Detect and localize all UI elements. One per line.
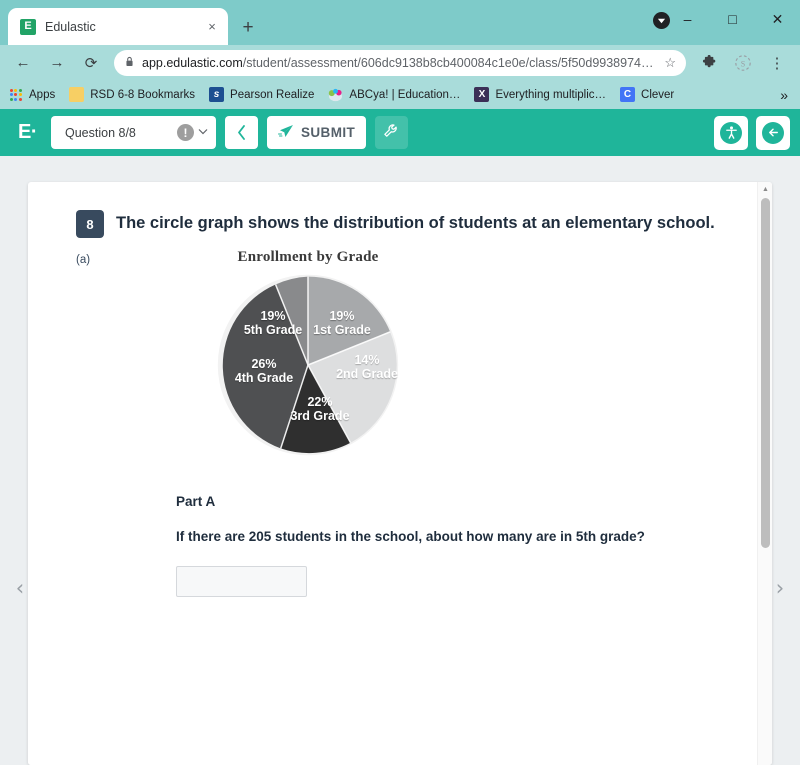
edulastic-header: E· Question 8/8 ! SUBMIT (0, 109, 800, 156)
submit-label: SUBMIT (301, 125, 356, 140)
bookmark-abcya[interactable]: ABCya! | Education… (328, 87, 460, 102)
edulastic-logo[interactable]: E· (18, 121, 38, 144)
scrollbar-thumb[interactable] (761, 198, 770, 548)
clever-icon: C (620, 87, 636, 102)
pie-chart-graphic: 19% 1st Grade 14% 2nd Grade 22% 3rd Grad (215, 272, 401, 458)
forward-icon[interactable]: → (43, 49, 71, 77)
exit-icon (762, 121, 784, 144)
pie-label-name: 3rd Grade (290, 408, 350, 423)
browser-window: E Edulastic × + – □ ✕ ← → ⟳ app.edulasti… (0, 0, 800, 765)
edulastic-favicon-icon: E (20, 18, 36, 35)
window-controls: – □ ✕ (665, 0, 800, 38)
pie-label-value: 19% (329, 308, 355, 323)
new-tab-button[interactable]: + (234, 13, 262, 41)
part-a-block: Part A If there are 205 students in the … (176, 494, 732, 597)
pie-label-name: 4th Grade (234, 370, 294, 385)
chevron-down-icon (198, 127, 208, 138)
svg-text:S: S (741, 59, 746, 68)
bookmark-label: RSD 6-8 Bookmarks (90, 88, 196, 101)
sync-extension-icon[interactable]: S (729, 49, 757, 77)
bookmark-everything-multiplication[interactable]: X Everything multiplic… (474, 87, 606, 102)
exit-test-button[interactable] (756, 115, 790, 150)
question-selector-label: Question 8/8 (65, 125, 136, 140)
bookmarks-overflow-icon[interactable]: » (780, 87, 792, 103)
pie-label-value: 22% (307, 394, 333, 409)
pie-label-name: 2nd Grade (336, 366, 398, 381)
send-icon (278, 124, 294, 142)
apps-grid-icon (8, 87, 23, 102)
question-number-badge: 8 (76, 210, 104, 238)
question-selector-dropdown[interactable]: Question 8/8 ! (51, 116, 216, 149)
accessibility-button[interactable] (714, 115, 748, 150)
bookmark-label: Clever (641, 88, 675, 101)
pie-label-3rd-grade: 22% 3rd Grade (277, 395, 363, 423)
content-bottom-fade (28, 743, 772, 765)
excel-x-icon: X (474, 87, 490, 102)
lock-icon (125, 56, 134, 70)
bookmark-clever[interactable]: C Clever (620, 87, 674, 102)
submit-button[interactable]: SUBMIT (267, 116, 367, 149)
chart-title: Enrollment by Grade (237, 248, 379, 265)
pie-label-4th-grade: 26% 4th Grade (221, 357, 307, 385)
address-bar[interactable]: app.edulastic.com/student/assessment/606… (114, 49, 686, 76)
question-body: The circle graph shows the distribution … (112, 210, 732, 597)
question-card: 8 (a) The circle graph shows the distrib… (28, 182, 772, 765)
bookmark-rsd-6-8-bookmarks[interactable]: RSD 6-8 Bookmarks (69, 87, 195, 102)
browser-menu-icon[interactable]: ⋮ (763, 49, 791, 77)
question-content: 8 (a) The circle graph shows the distrib… (28, 182, 772, 597)
question-stem: The circle graph shows the distribution … (116, 214, 715, 232)
question-number-column: 8 (a) (56, 210, 112, 597)
abcya-icon (328, 87, 343, 102)
bookmark-label: Apps (29, 88, 56, 101)
pie-label-value: 14% (354, 352, 380, 367)
close-tab-icon[interactable]: × (204, 19, 220, 35)
content-scrollbar[interactable]: ▲ (757, 182, 772, 765)
part-a-title: Part A (176, 493, 216, 509)
enrollment-pie-chart: Enrollment by Grade 19% 1st Grade 14% 2n… (208, 249, 408, 458)
pie-label-name: 1st Grade (313, 322, 371, 337)
question-row: 8 (a) The circle graph shows the distrib… (56, 210, 732, 597)
pie-label-value: 19% (260, 308, 286, 323)
warning-icon: ! (177, 124, 194, 141)
pie-label-value: 26% (251, 356, 277, 371)
accessibility-icon (720, 121, 742, 144)
header-right-actions (706, 115, 790, 150)
minimize-button[interactable]: – (665, 0, 710, 38)
assessment-body: ‹ › 8 (a) The circle graph shows the dis… (0, 156, 800, 765)
folder-icon (69, 87, 85, 102)
extensions-puzzle-icon[interactable] (695, 49, 723, 77)
maximize-button[interactable]: □ (710, 0, 755, 38)
url-host: app.edulastic.com (142, 55, 243, 70)
reload-icon[interactable]: ⟳ (77, 49, 105, 77)
pearson-realize-icon: s (209, 87, 225, 102)
bookmark-pearson-realize[interactable]: s Pearson Realize (209, 87, 314, 102)
tab-strip: E Edulastic × + – □ ✕ (0, 0, 800, 45)
part-a-prompt: If there are 205 students in the school,… (176, 528, 645, 544)
url-path: /student/assessment/606dc9138b8cb400084c… (242, 55, 654, 70)
wrench-icon (383, 123, 400, 143)
back-icon[interactable]: ← (9, 49, 37, 77)
previous-question-button[interactable] (225, 116, 258, 149)
tab-title: Edulastic (45, 19, 96, 34)
bookmark-label: Pearson Realize (230, 88, 315, 101)
url-text: app.edulastic.com/student/assessment/606… (142, 56, 660, 70)
bookmark-apps[interactable]: Apps (8, 87, 55, 102)
part-a-marker: (a) (76, 254, 91, 266)
close-window-button[interactable]: ✕ (755, 0, 800, 38)
part-a-answer-input[interactable] (176, 565, 307, 597)
browser-tab-edulastic[interactable]: E Edulastic × (8, 8, 228, 45)
bookmark-star-icon[interactable]: ☆ (664, 55, 676, 71)
scroll-up-arrow-icon[interactable]: ▲ (758, 186, 772, 193)
tools-button[interactable] (375, 116, 409, 149)
pie-label-2nd-grade: 14% 2nd Grade (325, 353, 409, 381)
browser-toolbar: ← → ⟳ app.edulastic.com/student/assessme… (0, 45, 800, 80)
pie-label-5th-grade: 19% 5th Grade (231, 309, 315, 337)
bookmark-label: Everything multiplic… (495, 88, 607, 101)
bookmarks-bar: Apps RSD 6-8 Bookmarks s Pearson Realize… (0, 80, 800, 109)
bookmark-label: ABCya! | Education… (349, 88, 461, 101)
pie-label-name: 5th Grade (243, 322, 303, 337)
